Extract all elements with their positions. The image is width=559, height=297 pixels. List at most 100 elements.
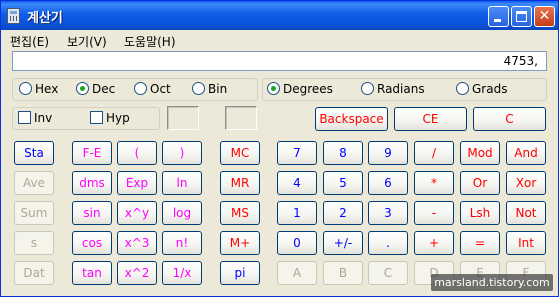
decimal-point-button[interactable]: .: [368, 231, 408, 255]
exp-button[interactable]: Exp: [117, 171, 157, 195]
digit-3-button[interactable]: 3: [368, 201, 408, 225]
title-bar[interactable]: 계산기 ✕: [1, 1, 558, 30]
fe-button[interactable]: F-E: [72, 141, 112, 165]
mod-button[interactable]: Mod: [460, 141, 500, 165]
x-pow-y-button[interactable]: x^y: [117, 201, 157, 225]
sta-button[interactable]: Sta: [14, 141, 54, 165]
digit-5-button[interactable]: 5: [323, 171, 363, 195]
hex-b-button[interactable]: B: [323, 261, 363, 285]
tan-button[interactable]: tan: [72, 261, 112, 285]
radio-oct[interactable]: Oct: [134, 79, 171, 99]
pi-button[interactable]: pi: [220, 261, 260, 285]
sign-toggle-button[interactable]: +/-: [323, 231, 363, 255]
radio-hex-label: Hex: [35, 82, 59, 96]
checkbox-inv-label: Inv: [34, 111, 53, 125]
radio-degrees-circle: [267, 82, 280, 95]
lsh-button[interactable]: Lsh: [460, 201, 500, 225]
sin-button[interactable]: sin: [72, 201, 112, 225]
maximize-button[interactable]: [511, 6, 532, 27]
digit-8-button[interactable]: 8: [323, 141, 363, 165]
radio-hex-circle: [19, 82, 32, 95]
mc-button[interactable]: MC: [220, 141, 260, 165]
digit-4-button[interactable]: 4: [277, 171, 317, 195]
hex-c-button[interactable]: C: [368, 261, 408, 285]
divide-button[interactable]: /: [414, 141, 454, 165]
backspace-button[interactable]: Backspace: [315, 107, 388, 131]
radio-radians-label: Radians: [377, 82, 425, 96]
digit-2-button[interactable]: 2: [323, 201, 363, 225]
factorial-button[interactable]: n!: [162, 231, 202, 255]
radio-hex[interactable]: Hex: [19, 79, 58, 99]
checkbox-hyp-label: Hyp: [106, 111, 130, 125]
radio-dec-label: Dec: [92, 82, 116, 96]
radio-radians-circle: [361, 82, 374, 95]
subtract-button[interactable]: -: [414, 201, 454, 225]
checkbox-inv[interactable]: Inv: [18, 108, 52, 128]
minimize-icon: [494, 19, 501, 22]
radio-oct-circle: [134, 82, 147, 95]
and-button[interactable]: And: [506, 141, 546, 165]
radio-dec-circle: [76, 82, 89, 95]
watermark: marsland.tistory.com: [431, 274, 553, 291]
ave-button[interactable]: Ave: [14, 171, 54, 195]
or-button[interactable]: Or: [460, 171, 500, 195]
menu-edit[interactable]: 편집(E): [10, 33, 49, 50]
radio-degrees-label: Degrees: [283, 82, 333, 96]
cos-button[interactable]: cos: [72, 231, 112, 255]
right-paren-button[interactable]: ): [162, 141, 202, 165]
digit-9-button[interactable]: 9: [368, 141, 408, 165]
radio-grads-label: Grads: [472, 82, 508, 96]
inv-hyp-group: Inv Hyp: [12, 107, 160, 130]
ce-button[interactable]: CE: [394, 107, 467, 131]
menu-bar: 편집(E) 보기(V) 도움말(H): [1, 30, 558, 50]
digit-0-button[interactable]: 0: [277, 231, 317, 255]
memory-indicator: [225, 106, 257, 130]
radio-grads-circle: [456, 82, 469, 95]
digit-7-button[interactable]: 7: [277, 141, 317, 165]
radio-degrees[interactable]: Degrees: [267, 79, 333, 99]
parentheses-indicator: [167, 106, 199, 130]
x-squared-button[interactable]: x^2: [117, 261, 157, 285]
dms-button[interactable]: dms: [72, 171, 112, 195]
radio-bin-label: Bin: [208, 82, 228, 96]
multiply-button[interactable]: *: [414, 171, 454, 195]
window-title: 계산기: [27, 11, 63, 26]
x-cubed-button[interactable]: x^3: [117, 231, 157, 255]
sum-button[interactable]: Sum: [14, 201, 54, 225]
s-button[interactable]: s: [14, 231, 54, 255]
mr-button[interactable]: MR: [220, 171, 260, 195]
xor-button[interactable]: Xor: [506, 171, 546, 195]
c-button[interactable]: C: [473, 107, 546, 131]
int-button[interactable]: Int: [506, 231, 546, 255]
minimize-button[interactable]: [488, 6, 509, 27]
radio-grads[interactable]: Grads: [456, 79, 507, 99]
checkbox-hyp-box: [90, 111, 103, 124]
close-icon: ✕: [538, 8, 551, 24]
dat-button[interactable]: Dat: [14, 261, 54, 285]
menu-view[interactable]: 보기(V): [67, 33, 107, 50]
display-field[interactable]: 4753,: [12, 51, 547, 71]
checkbox-hyp[interactable]: Hyp: [90, 108, 130, 128]
radio-radians[interactable]: Radians: [361, 79, 425, 99]
digit-6-button[interactable]: 6: [368, 171, 408, 195]
add-button[interactable]: +: [414, 231, 454, 255]
maximize-icon: [516, 11, 527, 22]
reciprocal-button[interactable]: 1/x: [162, 261, 202, 285]
radio-oct-label: Oct: [150, 82, 171, 96]
calculator-icon: [7, 8, 20, 24]
checkbox-inv-box: [18, 111, 31, 124]
left-paren-button[interactable]: (: [117, 141, 157, 165]
radio-bin[interactable]: Bin: [192, 79, 227, 99]
ln-button[interactable]: ln: [162, 171, 202, 195]
equals-button[interactable]: =: [460, 231, 500, 255]
m-plus-button[interactable]: M+: [220, 231, 260, 255]
digit-1-button[interactable]: 1: [277, 201, 317, 225]
hex-a-button[interactable]: A: [277, 261, 317, 285]
not-button[interactable]: Not: [506, 201, 546, 225]
close-button[interactable]: ✕: [534, 6, 555, 27]
radio-dec[interactable]: Dec: [76, 79, 115, 99]
menu-help[interactable]: 도움말(H): [124, 33, 176, 50]
ms-button[interactable]: MS: [220, 201, 260, 225]
log-button[interactable]: log: [162, 201, 202, 225]
number-base-group: Hex Dec Oct Bin: [12, 78, 258, 101]
